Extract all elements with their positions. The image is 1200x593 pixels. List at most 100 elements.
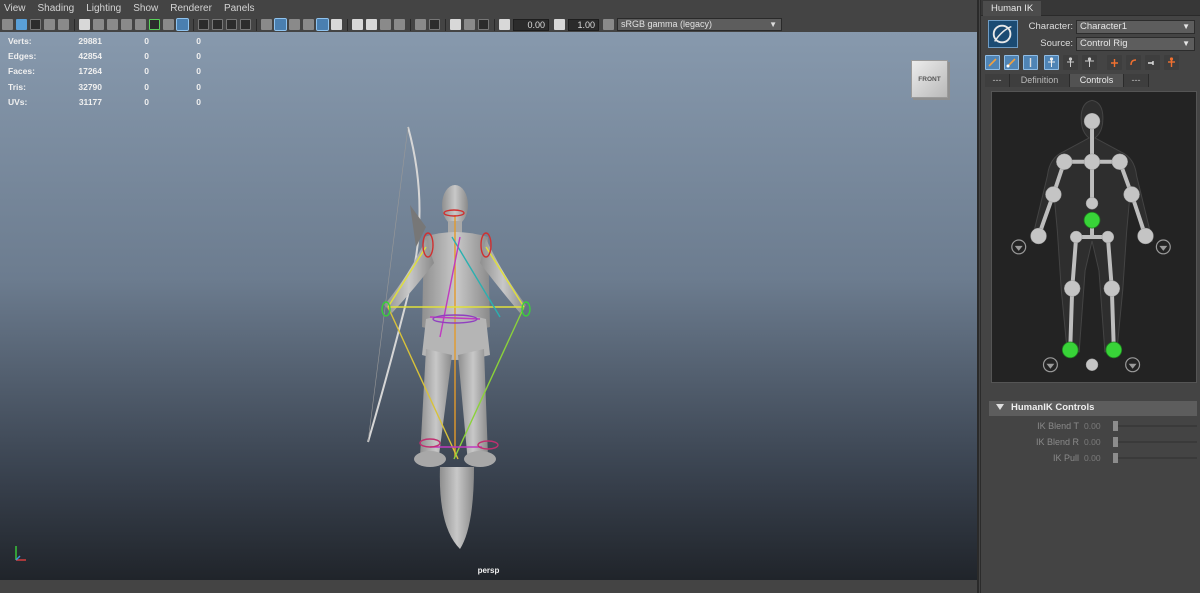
humanik-controls-section-header[interactable]: HumanIK Controls bbox=[989, 401, 1197, 416]
hik-logo-icon[interactable] bbox=[988, 20, 1018, 48]
slider-track bbox=[1113, 457, 1197, 459]
ik-blend-r-slider[interactable] bbox=[1113, 437, 1197, 447]
textured-icon[interactable] bbox=[274, 18, 287, 31]
panel-divider[interactable] bbox=[977, 0, 979, 593]
character-dropdown[interactable]: Character1 ▼ bbox=[1076, 20, 1195, 34]
resolution-gate-icon[interactable] bbox=[121, 19, 132, 30]
hud-value: 0 bbox=[144, 35, 149, 46]
tab-skeleton[interactable]: --- bbox=[985, 74, 1010, 87]
section-title: HumanIK Controls bbox=[1011, 402, 1095, 413]
gamma-input[interactable] bbox=[568, 18, 599, 31]
menu-lighting[interactable]: Lighting bbox=[86, 3, 121, 14]
source-dropdown[interactable]: Control Rig ▼ bbox=[1076, 37, 1195, 51]
camera-icon[interactable] bbox=[93, 19, 104, 30]
grease-pencil-icon[interactable] bbox=[79, 19, 90, 30]
slider-thumb[interactable] bbox=[1113, 421, 1118, 431]
wireframe-icon[interactable] bbox=[212, 19, 223, 30]
use-default-material-icon[interactable] bbox=[261, 19, 272, 30]
smooth-shade-icon[interactable] bbox=[226, 19, 237, 30]
character-mirror-icon[interactable] bbox=[1164, 55, 1179, 70]
hud-value: 0 bbox=[196, 66, 201, 77]
toolbar-separator bbox=[256, 18, 257, 31]
slider-thumb[interactable] bbox=[1113, 453, 1118, 463]
wireframe-on-shaded-icon[interactable] bbox=[240, 19, 251, 30]
toolbar-separator bbox=[445, 18, 446, 31]
hik-subtabs: --- Definition Controls --- bbox=[985, 74, 1197, 87]
resolution-icon[interactable] bbox=[478, 19, 489, 30]
t-pose-icon[interactable] bbox=[1082, 55, 1097, 70]
stance-pose-icon[interactable] bbox=[1063, 55, 1078, 70]
exposure-input[interactable] bbox=[513, 18, 549, 31]
pin-translation-icon[interactable] bbox=[1107, 55, 1122, 70]
source-value: Control Rig bbox=[1080, 38, 1128, 49]
hik-character-view[interactable] bbox=[991, 91, 1197, 383]
menu-view[interactable]: View bbox=[4, 3, 26, 14]
viewport-panel: View Shading Lighting Show Renderer Pane… bbox=[0, 0, 979, 593]
depth-of-field-icon[interactable] bbox=[394, 19, 405, 30]
hud-label: UVs: bbox=[8, 97, 28, 108]
isolate-select-icon[interactable] bbox=[415, 19, 426, 30]
axis-gizmo-icon bbox=[15, 546, 26, 561]
safe-title-icon[interactable] bbox=[176, 18, 189, 31]
gate-mask-icon[interactable] bbox=[135, 19, 146, 30]
menu-renderer[interactable]: Renderer bbox=[170, 3, 212, 14]
select-all-icon[interactable] bbox=[1044, 55, 1059, 70]
shadows-icon[interactable] bbox=[303, 19, 314, 30]
poly-count-hud: Verts: 29881 0 0 Edges: 42854 0 0 Faces:… bbox=[8, 33, 201, 110]
hud-row: UVs: 31177 0 0 bbox=[8, 95, 201, 110]
two-d-pan-icon[interactable] bbox=[58, 19, 69, 30]
hud-label: Verts: bbox=[8, 35, 32, 46]
color-space-dropdown[interactable]: sRGB gamma (legacy) ▼ bbox=[617, 18, 782, 31]
gamma-icon[interactable] bbox=[554, 19, 565, 30]
multisample-aa-icon[interactable] bbox=[380, 19, 391, 30]
fk-icon[interactable] bbox=[1023, 55, 1038, 70]
frame-all-icon[interactable] bbox=[450, 19, 461, 30]
use-all-lights-icon[interactable] bbox=[289, 19, 300, 30]
menu-shading[interactable]: Shading bbox=[38, 3, 75, 14]
ik-blend-t-value[interactable]: 0.00 bbox=[1084, 421, 1110, 431]
color-management-icon[interactable] bbox=[603, 19, 614, 30]
release-pins-icon[interactable] bbox=[1145, 55, 1160, 70]
bookmark-icon[interactable] bbox=[30, 19, 41, 30]
ik-blend-t-slider[interactable] bbox=[1113, 421, 1197, 431]
screen-space-ao-icon[interactable] bbox=[352, 19, 363, 30]
field-chart-icon[interactable] bbox=[149, 19, 160, 30]
grid-icon[interactable] bbox=[198, 19, 209, 30]
slider-thumb[interactable] bbox=[1113, 437, 1118, 447]
menu-show[interactable]: Show bbox=[133, 3, 158, 14]
hud-toggle-icon[interactable] bbox=[429, 19, 440, 30]
frame-selected-icon[interactable] bbox=[464, 19, 475, 30]
ik-blend-r-value[interactable]: 0.00 bbox=[1084, 437, 1110, 447]
safe-action-icon[interactable] bbox=[163, 19, 174, 30]
chevron-down-icon: ▼ bbox=[769, 20, 777, 29]
image-plane-icon[interactable] bbox=[44, 19, 55, 30]
motion-blur-icon[interactable] bbox=[366, 19, 377, 30]
xray-icon[interactable] bbox=[316, 18, 329, 31]
hud-row: Faces: 17264 0 0 bbox=[8, 64, 201, 79]
film-gate-icon[interactable] bbox=[107, 19, 118, 30]
view-cube[interactable]: FRONT bbox=[911, 60, 948, 98]
full-body-ik-icon[interactable] bbox=[985, 55, 1000, 70]
tab-custom-rig[interactable]: --- bbox=[1124, 74, 1149, 87]
exposure-icon[interactable] bbox=[499, 19, 510, 30]
hud-value: 42854 bbox=[78, 51, 102, 62]
pin-rotation-icon[interactable] bbox=[1126, 55, 1141, 70]
menu-panels[interactable]: Panels bbox=[224, 3, 255, 14]
camera-attributes-icon[interactable] bbox=[16, 19, 27, 30]
tab-controls[interactable]: Controls bbox=[1070, 74, 1124, 87]
select-camera-icon[interactable] bbox=[2, 19, 13, 30]
character-model[interactable] bbox=[350, 87, 550, 557]
ik-pull-value[interactable]: 0.00 bbox=[1084, 453, 1110, 463]
tab-human-ik[interactable]: Human IK bbox=[983, 1, 1042, 16]
hud-value: 32790 bbox=[78, 81, 102, 92]
hud-value: 0 bbox=[196, 35, 201, 46]
hud-label: Edges: bbox=[8, 51, 37, 62]
xray-joints-icon[interactable] bbox=[331, 19, 342, 30]
tab-definition[interactable]: Definition bbox=[1010, 74, 1070, 87]
viewport-scene[interactable]: Verts: 29881 0 0 Edges: 42854 0 0 Faces:… bbox=[0, 32, 977, 580]
hud-value: 0 bbox=[196, 81, 201, 92]
ik-pull-slider[interactable] bbox=[1113, 453, 1197, 463]
body-part-ik-icon[interactable] bbox=[1004, 55, 1019, 70]
chevron-down-icon: ▼ bbox=[1182, 39, 1190, 48]
hud-value: 0 bbox=[144, 97, 149, 108]
